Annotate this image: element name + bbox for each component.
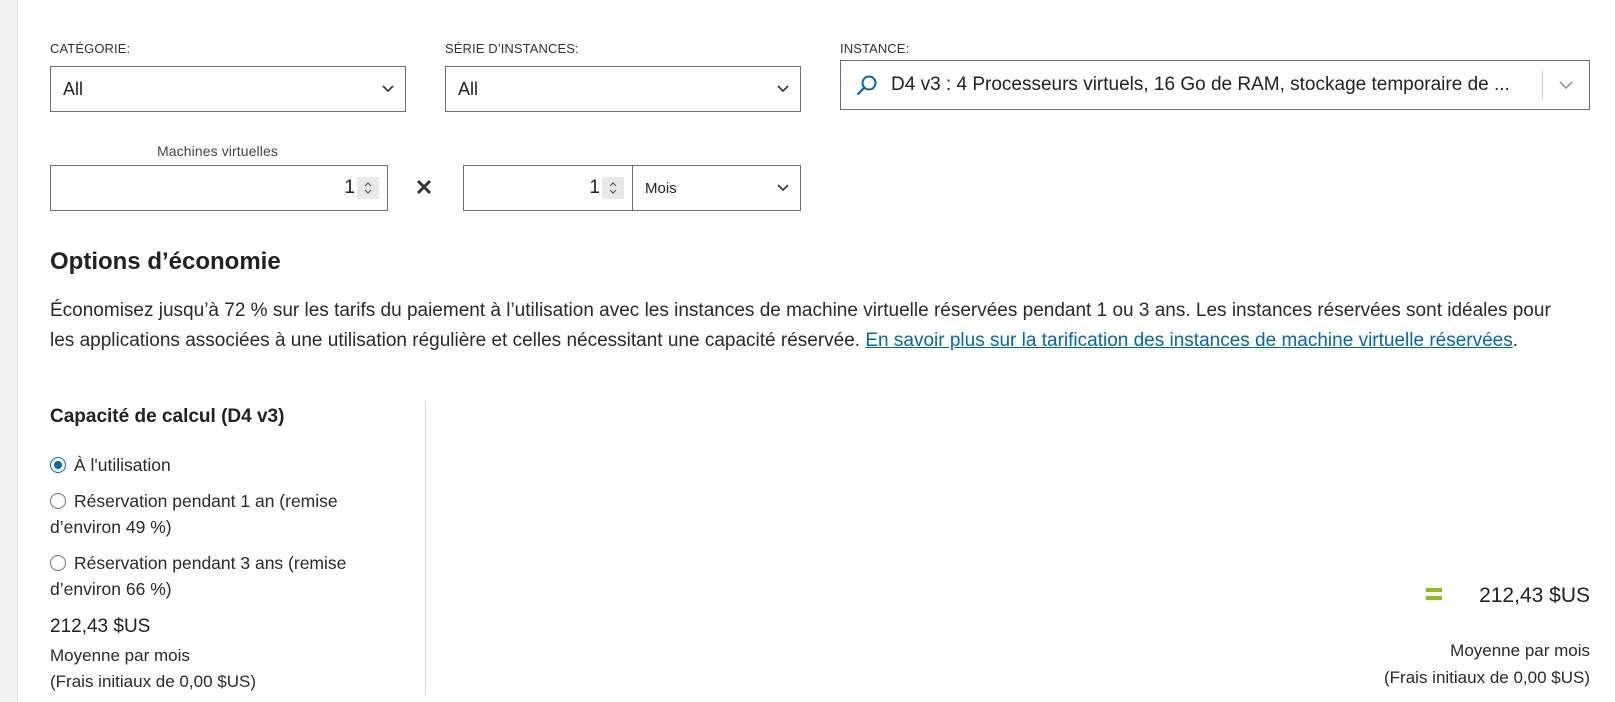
equals-icon [1426, 588, 1442, 602]
chevron-down-icon [381, 82, 395, 96]
savings-description-period: . [1512, 330, 1519, 351]
compute-title: Capacité de calcul (D4 v3) [50, 406, 285, 427]
compute-price: 212,43 $US [50, 616, 151, 637]
search-icon [855, 73, 879, 97]
radio-label: Réservation pendant 1 an (remise d’envir… [50, 491, 338, 537]
category-select-value: All [63, 78, 84, 99]
radio-button[interactable] [50, 555, 66, 571]
category-select[interactable]: All [50, 66, 406, 112]
multiply-icon [415, 178, 437, 200]
radio-label: Réservation pendant 3 ans (remise d’envi… [50, 553, 347, 599]
duration-input[interactable]: 1 [463, 165, 633, 211]
duration-unit-value: Mois [645, 179, 677, 197]
duration-stepper[interactable] [602, 177, 624, 199]
radio-button-checked[interactable] [50, 457, 66, 473]
savings-heading: Options d’économie [50, 248, 281, 275]
radio-button[interactable] [50, 493, 66, 509]
column-divider [425, 402, 426, 694]
series-label: SÉRIE D’INSTANCES: [445, 41, 579, 56]
vm-count-input[interactable]: 1 [50, 165, 388, 211]
total-upfront-label: (Frais initiaux de 0,00 $US) [1384, 668, 1590, 687]
series-select[interactable]: All [445, 66, 801, 112]
radio-pay-as-you-go[interactable]: À l'utilisation [50, 452, 370, 478]
compute-upfront-label: (Frais initiaux de 0,00 $US) [50, 672, 256, 691]
radio-reserve-3-years[interactable]: Réservation pendant 3 ans (remise d’envi… [50, 550, 370, 602]
instance-combobox[interactable]: D4 v3 : 4 Processeurs virtuels, 16 Go de… [840, 60, 1590, 110]
vm-count-label: Machines virtuelles [157, 143, 278, 159]
reserved-pricing-link[interactable]: En savoir plus sur la tarification des i… [865, 330, 1512, 351]
duration-value: 1 [589, 177, 600, 198]
instance-value: D4 v3 : 4 Processeurs virtuels, 16 Go de… [891, 74, 1510, 95]
instance-label: INSTANCE: [840, 41, 910, 56]
radio-label: À l'utilisation [74, 455, 171, 475]
page-left-rail [0, 0, 18, 702]
vm-count-value: 1 [344, 177, 355, 198]
total-avg-label: Moyenne par mois [1450, 641, 1590, 660]
vm-count-stepper[interactable] [357, 177, 379, 199]
total-price: 212,43 $US [1479, 584, 1590, 607]
duration-unit-select[interactable]: Mois [632, 165, 801, 211]
chevron-down-icon [776, 181, 790, 195]
compute-avg-label: Moyenne par mois [50, 646, 190, 665]
savings-description: Économisez jusqu’à 72 % sur les tarifs d… [50, 296, 1570, 356]
series-select-value: All [458, 78, 479, 99]
chevron-down-icon [776, 82, 790, 96]
category-label: CATÉGORIE: [50, 41, 131, 56]
radio-reserve-1-year[interactable]: Réservation pendant 1 an (remise d’envir… [50, 488, 370, 540]
instance-dropdown-button[interactable] [1543, 61, 1589, 109]
